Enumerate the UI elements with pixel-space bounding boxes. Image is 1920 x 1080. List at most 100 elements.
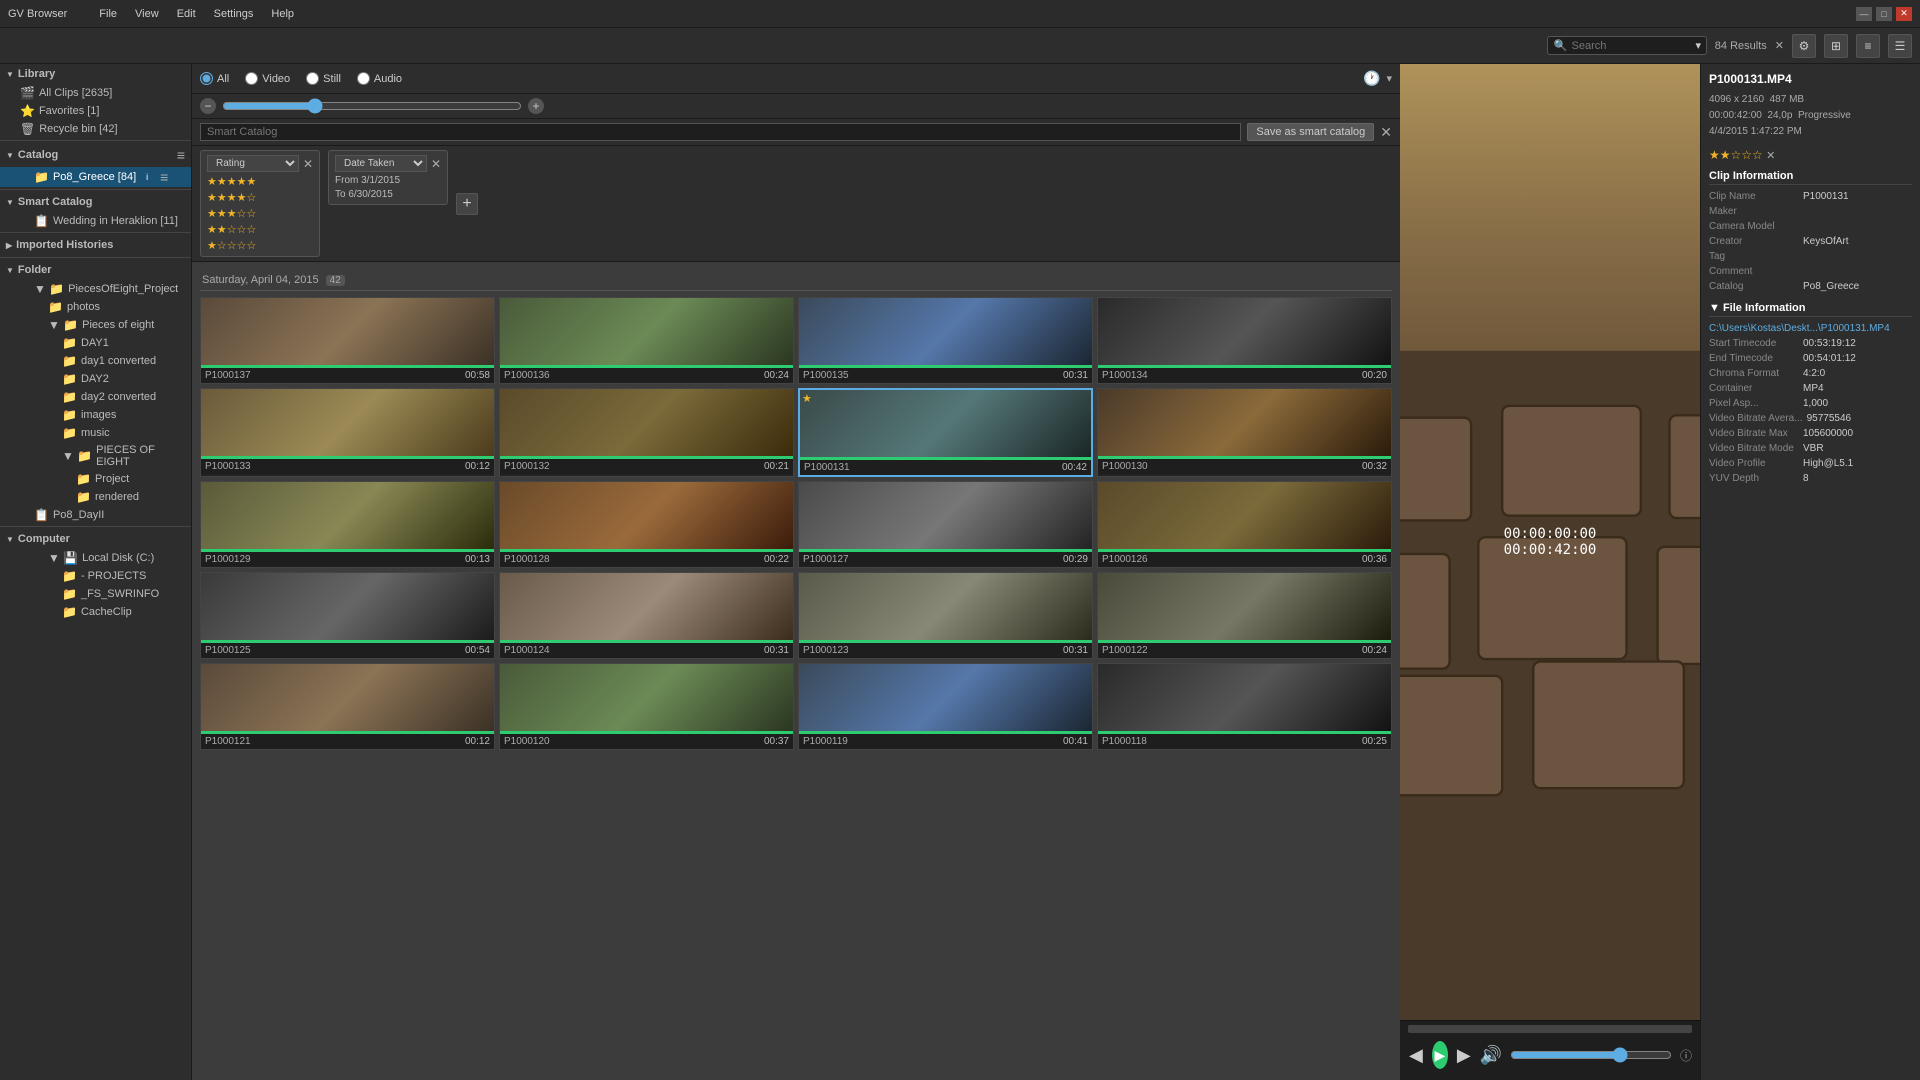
zoom-slider[interactable] (222, 98, 522, 114)
clock-icon[interactable]: 🕐 (1363, 70, 1380, 87)
thumbnail-item[interactable]: P100012900:13 (200, 481, 495, 568)
menu-file[interactable]: File (95, 6, 121, 22)
sidebar-item-images[interactable]: 📁 images (0, 406, 191, 424)
imported-histories-header[interactable]: ▶ Imported Histories (0, 235, 191, 255)
filter-audio[interactable]: Audio (357, 72, 402, 85)
sidebar-item-po8-greece[interactable]: 📁 Po8_Greece [84] i ≡ (0, 167, 191, 187)
catalog-add-icon[interactable]: ≡ (177, 147, 185, 163)
thumbnail-item[interactable]: P100013300:12 (200, 388, 495, 477)
menu-view[interactable]: View (131, 6, 163, 22)
stars-3[interactable]: ★★★☆☆ (207, 207, 313, 220)
sidebar-item-projects[interactable]: 📁 - PROJECTS (0, 567, 191, 585)
filter-all[interactable]: All (200, 72, 229, 85)
close-button[interactable]: ✕ (1896, 7, 1912, 21)
thumbnail-item[interactable]: P100011800:25 (1097, 663, 1392, 750)
file-info-section-title[interactable]: ▼ File Information (1709, 302, 1912, 317)
sidebar-item-day1-converted[interactable]: 📁 day1 converted (0, 352, 191, 370)
menu-settings[interactable]: Settings (210, 6, 258, 22)
search-dropdown-icon[interactable]: ▾ (1696, 39, 1702, 52)
next-frame-button[interactable]: ▶ (1456, 1041, 1472, 1069)
sidebar-item-recycle-bin[interactable]: 🗑 Recycle bin [42] (0, 120, 191, 138)
filter-audio-radio[interactable] (357, 72, 370, 85)
stars-2[interactable]: ★★☆☆☆ (207, 223, 313, 236)
thumbnail-item[interactable]: P100011900:41 (798, 663, 1093, 750)
rating-select[interactable]: Rating (207, 155, 299, 172)
clip-rating-stars[interactable]: ★★☆☆☆ ✕ (1709, 148, 1912, 162)
folder-header[interactable]: ▼ Folder (0, 260, 191, 280)
sidebar-item-fs-swrinfo[interactable]: 📁 _FS_SWRINFO (0, 585, 191, 603)
thumbnail-item[interactable]: P100012100:12 (200, 663, 495, 750)
filter-still-radio[interactable] (306, 72, 319, 85)
stars-4[interactable]: ★★★★☆ (207, 191, 313, 204)
volume-slider[interactable] (1510, 1047, 1672, 1063)
sidebar-item-po8-dayii[interactable]: 📋 Po8_DayII (0, 506, 191, 524)
sidebar-item-photos[interactable]: 📁 photos (0, 298, 191, 316)
menu-edit[interactable]: Edit (173, 6, 200, 22)
stars-1[interactable]: ★☆☆☆☆ (207, 239, 313, 252)
sidebar-item-day1[interactable]: 📁 DAY1 (0, 334, 191, 352)
search-box[interactable]: 🔍 ▾ (1547, 36, 1707, 55)
date-pill-close[interactable]: ✕ (431, 157, 441, 171)
thumbnail-item[interactable]: P100012700:29 (798, 481, 1093, 568)
sidebar-item-music[interactable]: 📁 music (0, 424, 191, 442)
clear-results-button[interactable]: ✕ (1775, 39, 1784, 52)
clear-stars-button[interactable]: ✕ (1766, 150, 1775, 162)
thumbnail-item[interactable]: P100013400:20 (1097, 297, 1392, 384)
po8-more-icon[interactable]: ≡ (160, 169, 168, 185)
info-button[interactable]: ⓘ (1680, 1047, 1692, 1064)
prev-frame-button[interactable]: ◀ (1408, 1041, 1424, 1069)
sidebar-item-rendered[interactable]: 📁 rendered (0, 488, 191, 506)
search-input[interactable] (1572, 40, 1692, 52)
filter-still[interactable]: Still (306, 72, 341, 85)
sidebar-item-poe-project[interactable]: ▼ 📁 PiecesOfEight_Project (0, 280, 191, 298)
sidebar-item-day2[interactable]: 📁 DAY2 (0, 370, 191, 388)
sidebar-item-project[interactable]: 📁 Project (0, 470, 191, 488)
sidebar-item-wedding[interactable]: 📋 Wedding in Heraklion [11] (0, 212, 191, 230)
smart-catalog-input[interactable] (200, 123, 1241, 141)
volume-button[interactable]: 🔊 (1480, 1041, 1502, 1069)
settings-icon-button[interactable]: ⚙ (1792, 34, 1816, 58)
zoom-in-button[interactable]: + (528, 98, 544, 114)
thumbnail-item[interactable]: P100012600:36 (1097, 481, 1392, 568)
view-detail-button[interactable]: ☰ (1888, 34, 1912, 58)
thumbnail-item[interactable]: P100013200:21 (499, 388, 794, 477)
view-list-button[interactable]: ≡ (1856, 34, 1880, 58)
progress-bar[interactable] (1408, 1025, 1692, 1033)
thumbnail-item[interactable]: P100012500:54 (200, 572, 495, 659)
menu-help[interactable]: Help (267, 6, 298, 22)
thumbnail-item[interactable]: P100012200:24 (1097, 572, 1392, 659)
sidebar-item-favorites[interactable]: ⭐ Favorites [1] (0, 102, 191, 120)
thumbnail-item[interactable]: P100013600:24 (499, 297, 794, 384)
sidebar-item-pieces-of-eight-upper[interactable]: ▼ 📁 PIECES OF EIGHT (0, 442, 191, 470)
add-filter-button[interactable]: + (456, 193, 478, 215)
thumbnail-item[interactable]: P100012400:31 (499, 572, 794, 659)
thumbnail-item[interactable]: P100013000:32 (1097, 388, 1392, 477)
play-button[interactable]: ▶ (1432, 1041, 1448, 1069)
sidebar-item-local-disk[interactable]: ▼ 💾 Local Disk (C:) (0, 549, 191, 567)
date-select[interactable]: Date Taken (335, 155, 427, 172)
thumbnail-item[interactable]: P100013700:58 (200, 297, 495, 384)
po8-info-button[interactable]: i (140, 170, 154, 184)
catalog-header[interactable]: ▼ Catalog ≡ (0, 143, 191, 167)
computer-header[interactable]: ▼ Computer (0, 529, 191, 549)
save-catalog-button[interactable]: Save as smart catalog (1247, 123, 1374, 141)
sidebar-item-cache-clip[interactable]: 📁 CacheClip (0, 603, 191, 621)
filter-dropdown-icon[interactable]: ▾ (1386, 72, 1392, 85)
thumbnail-item[interactable]: P100013500:31 (798, 297, 1093, 384)
clear-catalog-button[interactable]: ✕ (1380, 124, 1392, 141)
stars-5[interactable]: ★★★★★ (207, 175, 313, 188)
filter-video-radio[interactable] (245, 72, 258, 85)
view-grid-button[interactable]: ⊞ (1824, 34, 1848, 58)
rating-pill-close[interactable]: ✕ (303, 157, 313, 171)
sidebar-item-day2-converted[interactable]: 📁 day2 converted (0, 388, 191, 406)
zoom-out-button[interactable]: − (200, 98, 216, 114)
thumbnail-item[interactable]: P100012800:22 (499, 481, 794, 568)
maximize-button[interactable]: □ (1876, 7, 1892, 21)
sidebar-item-pieces-of-eight[interactable]: ▼ 📁 Pieces of eight (0, 316, 191, 334)
minimize-button[interactable]: — (1856, 7, 1872, 21)
filter-video[interactable]: Video (245, 72, 290, 85)
thumbnail-item[interactable]: ★P100013100:42 (798, 388, 1093, 477)
smart-catalog-section-header[interactable]: ▼ Smart Catalog (0, 192, 191, 212)
thumbnail-item[interactable]: P100012000:37 (499, 663, 794, 750)
sidebar-item-all-clips[interactable]: 🎬 All Clips [2635] (0, 84, 191, 102)
